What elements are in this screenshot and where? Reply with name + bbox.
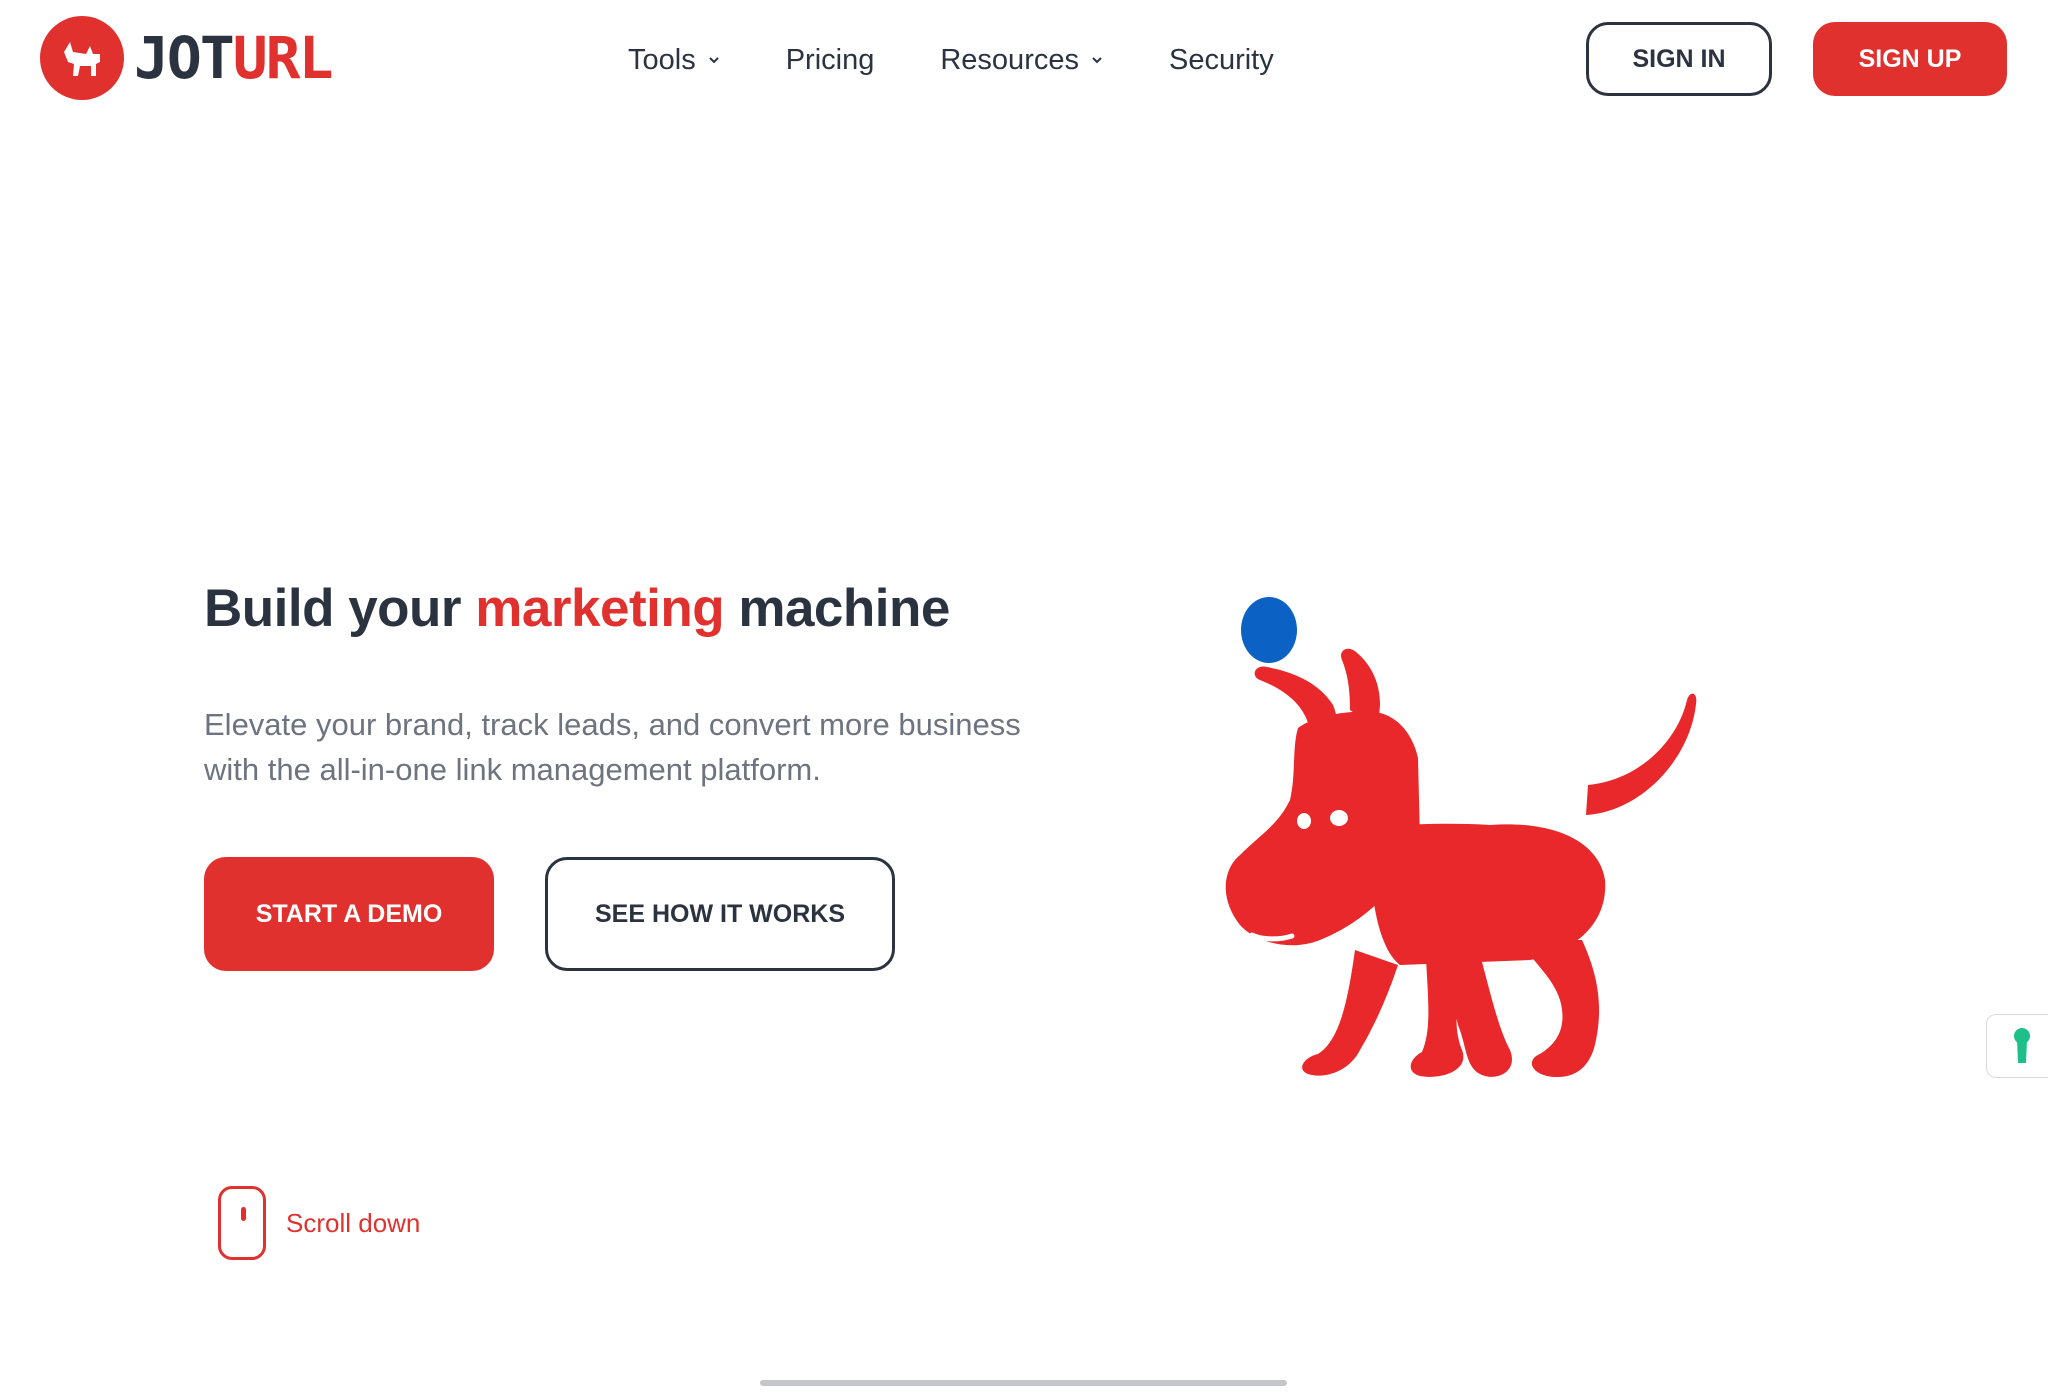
nav-item-label: Security (1168, 43, 1274, 76)
nav-item-label: Resources (940, 43, 1079, 76)
hero-title-accent: marketing (475, 579, 725, 638)
logo-link[interactable]: JOTURL (40, 16, 334, 100)
hero-subtitle: Elevate your brand, track leads, and con… (204, 707, 1021, 787)
nav-item-tools[interactable]: Tools (628, 44, 720, 77)
sign-up-button[interactable]: SIGN UP (1813, 22, 2007, 96)
hero-title-end: machine (724, 579, 950, 638)
chevron-down-icon (708, 57, 719, 64)
logo-text-jot: JOT (134, 24, 235, 92)
see-how-it-works-button[interactable]: SEE HOW IT WORKS (545, 857, 895, 971)
ball-icon (1241, 597, 1297, 663)
dog-illustration (1225, 597, 1697, 1078)
scroll-down-label: Scroll down (286, 1207, 421, 1238)
logo-wordmark: JOTURL (134, 29, 334, 87)
nav-item-label: Pricing (785, 43, 875, 76)
mouse-icon (218, 1186, 266, 1260)
scroll-down-link[interactable]: Scroll down (218, 1186, 420, 1260)
hero-title: Build your marketing machine (204, 578, 950, 639)
chevron-down-icon (1092, 57, 1102, 64)
logo-text-url: URL (232, 24, 334, 92)
site-header: JOTURL Tools Pricing Resources Security … (0, 0, 2048, 120)
keyhole-icon (2013, 1028, 2030, 1063)
sign-in-button[interactable]: SIGN IN (1586, 22, 1772, 96)
dog-eye-icon (1330, 810, 1348, 826)
nav-item-resources[interactable]: Resources (940, 44, 1103, 77)
start-demo-button[interactable]: START A DEMO (204, 857, 494, 971)
side-help-widget[interactable] (1986, 1014, 2048, 1078)
dog-icon (1225, 648, 1697, 1078)
main-nav: Tools Pricing Resources Security (628, 38, 1340, 82)
nav-item-label: Tools (628, 43, 696, 76)
nav-item-security[interactable]: Security (1169, 44, 1274, 77)
dog-eye-icon (1297, 813, 1311, 829)
nav-item-pricing[interactable]: Pricing (786, 44, 875, 77)
hero-title-start: Build your (204, 579, 476, 638)
scrollbar-indicator[interactable] (760, 1380, 1287, 1386)
dog-logo-icon (40, 16, 124, 100)
